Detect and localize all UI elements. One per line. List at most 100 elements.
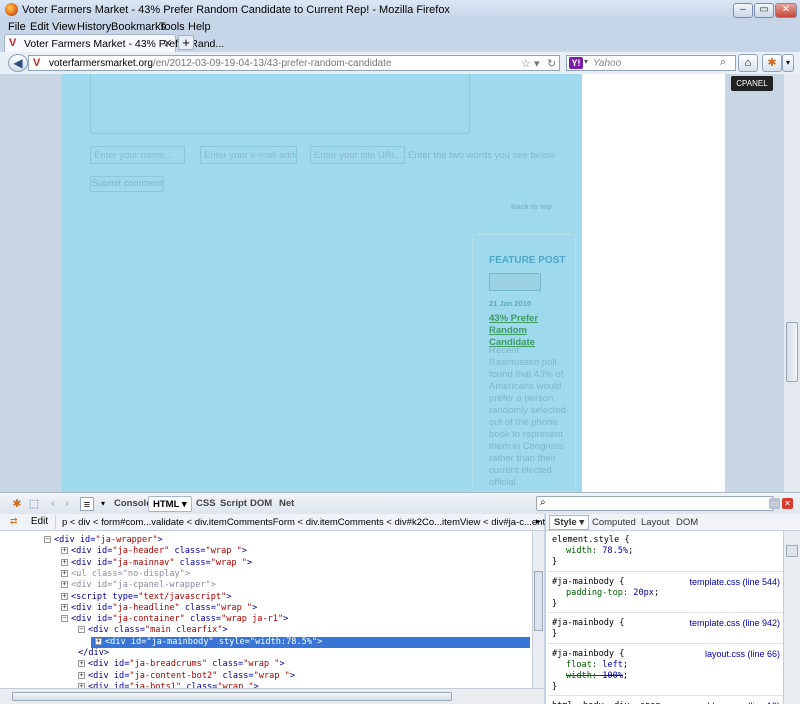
url-input[interactable]: Enter your site URL... [310,146,405,164]
bookmark-star-icon[interactable]: ☆ [521,57,531,70]
back-button[interactable]: ◀ [8,54,28,72]
captcha-hint: Enter the two words you see below [408,150,556,161]
firebug-logo-icon[interactable]: ✱ [10,497,24,511]
style-scrollbar-thumb[interactable] [786,545,798,557]
css-source-link[interactable]: template.css (line 942) [689,618,780,629]
html-node[interactable]: − <div id="ja-container" class="wrap ja-r… [61,614,288,625]
html-tree-scrollbar[interactable] [532,531,544,688]
new-tab-button[interactable]: + [178,35,194,50]
menu-edit[interactable]: Edit [30,21,49,33]
expand-icon[interactable]: + [95,637,102,645]
back-to-top-link[interactable]: Back to top [511,202,552,211]
panel-list-icon[interactable]: ≡ [80,497,94,511]
minimize-button[interactable]: – [733,3,753,18]
tab-close-icon[interactable]: ✕ [163,37,172,50]
page-scrollbar-thumb[interactable] [786,322,798,382]
html-tree-hscrollbar[interactable] [0,688,544,704]
collapse-icon[interactable]: − [44,536,51,543]
firebug-minimize-button[interactable]: ▭ [769,498,780,509]
breadcrumb-scroll-icon[interactable]: ▸ [536,516,541,527]
tab-net[interactable]: Net [279,498,294,509]
html-node[interactable]: + <div id="ja-cpanel-wrapper"> [61,580,216,591]
site-identity-icon[interactable]: V [33,57,45,69]
html-tree-scrollbar-thumb[interactable] [534,571,543,631]
css-property[interactable]: width: 100%; [566,671,628,682]
search-bar[interactable]: Y! ▾ Yahoo ⌕ [566,55,736,71]
browser-tab[interactable]: V Voter Farmers Market - 43% Prefer Rand… [4,34,224,52]
html-node[interactable]: + <ul class="no-display"> [61,569,190,580]
close-window-button[interactable]: ✕ [775,3,797,18]
menu-file[interactable]: File [8,21,26,33]
expand-icon[interactable]: + [78,660,85,668]
html-node-selected[interactable]: + <div id="ja-mainbody" style="width:78.5… [91,636,530,648]
expand-icon[interactable]: + [61,581,68,589]
expand-icon[interactable]: + [61,603,68,611]
tab-computed[interactable]: Computed [592,517,636,528]
expand-icon[interactable]: + [61,569,68,577]
comment-textarea[interactable] [90,74,470,134]
style-panel-scrollbar[interactable] [783,531,800,704]
search-icon[interactable]: ⌕ [720,56,726,69]
submit-comment-button[interactable]: Submit comment [90,176,164,192]
expand-icon[interactable]: + [78,671,85,679]
html-node[interactable]: + <div id="ja-headline" class="wrap "> [61,603,257,614]
html-node[interactable]: − <div class="main clearfix"> [78,625,228,636]
tab-css[interactable]: CSS [196,498,216,509]
css-property[interactable]: float: left; [566,660,628,671]
collapse-icon[interactable]: − [78,626,85,634]
expand-icon[interactable]: + [61,547,68,555]
tab-dom[interactable]: DOM [250,498,272,509]
menu-bookmarks[interactable]: Bookmarks [111,21,166,33]
url-bar[interactable]: V voterfarmersmarket.org/en/2012-03-09-1… [28,55,560,71]
home-button[interactable]: ⌂ [738,54,758,72]
edit-button[interactable]: Edit [24,515,56,529]
breadcrumb-path[interactable]: p < div < form#com...validate < div.item… [62,517,554,528]
engine-dropdown-icon[interactable]: ▾ [584,57,588,66]
tab-script[interactable]: Script [220,498,247,509]
firebug-search-input[interactable]: ⌕ [536,496,774,511]
menu-history[interactable]: History [77,21,111,33]
reload-icon[interactable]: ↻ [547,57,556,70]
tab-side-dom[interactable]: DOM [676,517,698,528]
inspect-element-icon[interactable]: ⬚ [27,497,41,511]
menu-tools[interactable]: Tools [159,21,185,33]
page-scrollbar[interactable] [783,74,800,492]
html-node[interactable]: </div> [78,648,109,659]
css-source-link[interactable]: template.css (line 544) [689,577,780,588]
firebug-close-button[interactable]: ✕ [782,498,793,509]
name-input[interactable]: Enter your name... [90,146,185,164]
yahoo-engine-icon[interactable]: Y! [569,57,583,69]
feature-body: Recent Rasmussen poll found that 43% of … [489,345,567,488]
tab-style[interactable]: Style ▾ [549,515,590,530]
collapse-icon[interactable]: − [61,615,68,623]
edit-mode-icon[interactable]: ⇄ [10,516,18,527]
html-node[interactable]: − <div id="ja-wrapper"> [44,535,163,546]
tab-html[interactable]: HTML ▾ [148,496,192,512]
menu-help[interactable]: Help [188,21,211,33]
css-property[interactable]: padding-top: 20px; [566,588,659,599]
url-text[interactable]: voterfarmersmarket.org/en/2012-03-09-19-… [49,58,391,69]
css-property[interactable]: width: 78.5%; [566,546,633,557]
menu-view[interactable]: View [52,21,76,33]
nav-forward-icon[interactable]: › [60,497,74,511]
html-node[interactable]: + <script type="text/javascript"> [61,592,231,603]
html-node[interactable]: + <div id="ja-content-bot2" class="wrap "… [78,671,295,682]
expand-icon[interactable]: + [61,558,68,566]
url-dropdown-icon[interactable]: ▾ [534,57,540,70]
tab-layout[interactable]: Layout [641,517,670,528]
panel-dropdown-icon[interactable]: ▾ [96,497,110,511]
email-input[interactable]: Enter your e-mail addre [200,146,297,164]
html-node[interactable]: + <div id="ja-mainnav" class="wrap "> [61,558,252,569]
css-source-link[interactable]: layout.css (line 66) [705,649,780,660]
html-tree-hscrollbar-thumb[interactable] [12,692,452,701]
html-node[interactable]: + <div id="ja-header" class="wrap "> [61,546,247,557]
feature-link[interactable]: 43% Prefer Random Candidate [489,313,569,349]
firebug-menu-icon[interactable]: ▾ [782,54,794,72]
firebug-button[interactable]: ✱ [762,54,782,72]
tab-console[interactable]: Console [114,498,151,509]
maximize-button[interactable]: ▭ [754,3,774,18]
feature-thumbnail[interactable] [489,273,541,291]
nav-back-icon[interactable]: ‹ [46,497,60,511]
expand-icon[interactable]: + [61,592,68,600]
html-node[interactable]: + <div id="ja-breadcrums" class="wrap "> [78,659,285,670]
